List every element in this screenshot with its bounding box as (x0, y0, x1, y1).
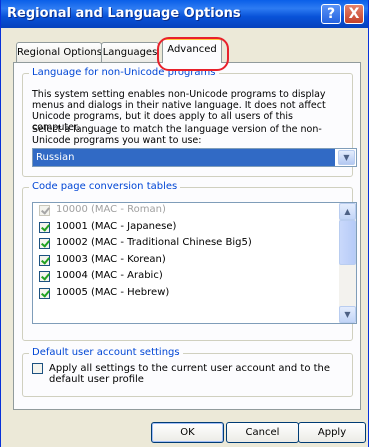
chevron-down-icon[interactable]: ▼ (339, 306, 356, 323)
checkbox[interactable] (39, 238, 50, 249)
help-button[interactable]: ? (321, 4, 341, 24)
ok-button[interactable]: OK (151, 422, 224, 443)
list-item[interactable]: 10004 (MAC - Arabic) (33, 269, 356, 286)
close-icon: X (348, 6, 360, 22)
group-title: Code page conversion tables (29, 181, 181, 192)
help-icon: ? (326, 6, 336, 22)
group-title: Language for non-Unicode programs (29, 67, 219, 78)
default-settings-group: Default user account settings Apply all … (22, 347, 353, 397)
apply-default-checkbox[interactable] (32, 363, 43, 374)
checkbox[interactable] (39, 221, 50, 233)
checkbox[interactable] (39, 287, 50, 299)
list-item-label: 10003 (MAC - Korean) (56, 253, 166, 265)
language-select-prompt: Select a language to match the language … (32, 124, 322, 146)
group-title: Default user account settings (29, 347, 183, 358)
tab-label: Regional Options (17, 47, 102, 58)
list-item[interactable]: 10000 (MAC - Roman) (33, 203, 356, 220)
button-label: OK (180, 427, 195, 438)
tab-regional-options[interactable]: Regional Options (16, 42, 102, 62)
checkbox[interactable] (39, 271, 50, 282)
scrollbar-thumb[interactable] (339, 220, 356, 265)
apply-default-label: Apply all settings to the current user a… (49, 363, 331, 385)
list-item-label: 10000 (MAC - Roman) (56, 204, 166, 215)
checkbox[interactable] (39, 254, 50, 266)
language-dropdown[interactable]: Russian ▼ (32, 148, 357, 167)
chevron-up-icon[interactable]: ▲ (339, 203, 356, 220)
language-group: Language for non-Unicode programs This s… (22, 67, 357, 177)
list-item-label: 10001 (MAC - Japanese) (56, 220, 177, 232)
list-item-label: 10005 (MAC - Hebrew) (56, 286, 170, 298)
tab-panel-advanced: Language for non-Unicode programs This s… (13, 62, 361, 410)
tab-label: Advanced (167, 44, 217, 55)
tab-advanced[interactable]: Advanced (162, 38, 222, 63)
title-bar[interactable]: Regional and Language Options ? X (1, 0, 368, 28)
dialog-window: Regional and Language Options ? X Region… (0, 0, 369, 447)
apply-button[interactable]: Apply (298, 422, 366, 443)
window-title: Regional and Language Options (7, 6, 241, 21)
button-label: Apply (317, 427, 347, 438)
chevron-down-icon[interactable]: ▼ (338, 150, 355, 165)
tab-label: Languages (102, 47, 158, 58)
cancel-button[interactable]: Cancel (226, 422, 299, 443)
selected-language: Russian (33, 149, 335, 166)
button-label: Cancel (245, 427, 280, 438)
list-item[interactable]: 10003 (MAC - Korean) (33, 253, 356, 270)
tab-languages[interactable]: Languages (101, 42, 159, 62)
vertical-scrollbar[interactable]: ▲ ▼ (339, 203, 356, 323)
list-item[interactable]: 10005 (MAC - Hebrew) (33, 286, 356, 303)
list-item-label: 10004 (MAC - Arabic) (56, 270, 163, 281)
codepage-list: 10000 (MAC - Roman) 10001 (MAC - Japanes… (32, 202, 357, 324)
codepage-group: Code page conversion tables 10000 (MAC -… (22, 181, 357, 341)
list-item[interactable]: 10001 (MAC - Japanese) (33, 220, 356, 237)
checkbox[interactable] (39, 205, 50, 216)
list-item-label: 10002 (MAC - Traditional Chinese Big5) (56, 237, 252, 248)
list-item[interactable]: 10002 (MAC - Traditional Chinese Big5) (33, 236, 356, 253)
close-button[interactable]: X (344, 4, 364, 24)
